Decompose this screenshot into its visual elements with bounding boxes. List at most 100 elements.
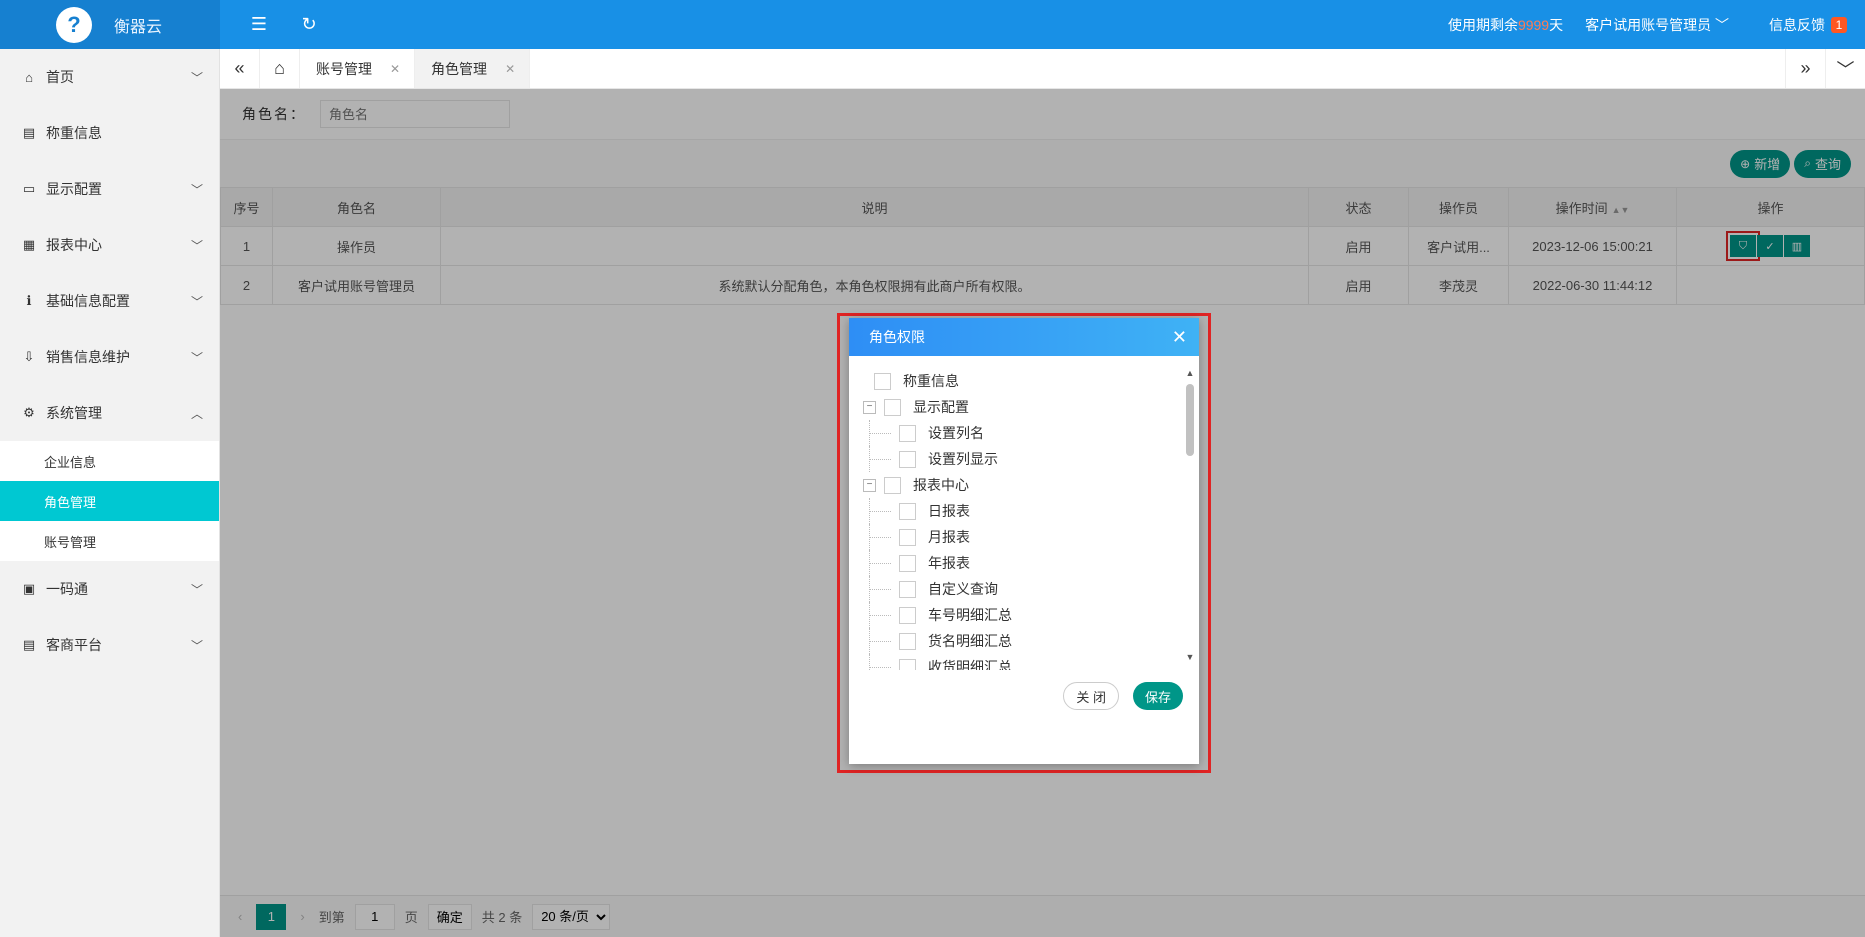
checkbox[interactable] [899, 554, 916, 572]
gear-icon: ⚙ [23, 405, 35, 420]
sidebar-item-sales[interactable]: ⇩ 销售信息维护 ﹀ [0, 329, 219, 385]
sidebar-item-reports[interactable]: ▦ 报表中心 ﹀ [0, 217, 219, 273]
scrollbar-thumb[interactable] [1186, 384, 1194, 456]
checkbox[interactable] [899, 658, 916, 670]
scroll-up-icon[interactable]: ▲ [1185, 368, 1195, 382]
checkbox[interactable] [899, 606, 916, 624]
checkbox[interactable] [884, 398, 901, 416]
tree-node-label: 货名明细汇总 [928, 633, 1012, 649]
checkbox[interactable] [899, 528, 916, 546]
sidebar-item-home[interactable]: ⌂ 首页 ﹀ [0, 49, 219, 105]
tree-node[interactable]: 年报表 [863, 550, 1199, 576]
sidebar-item-label: 一码通 [46, 581, 88, 597]
brand-logo: ? [56, 6, 92, 43]
checkbox[interactable] [899, 450, 916, 468]
close-icon[interactable]: ✕ [505, 62, 515, 76]
sidebar-item-one-code[interactable]: ▣ 一码通 ﹀ [0, 561, 219, 617]
sidebar-item-label: 销售信息维护 [46, 349, 130, 365]
tree-node[interactable]: 设置列显示 [863, 446, 1199, 472]
chevron-down-icon: ﹀ [1715, 16, 1729, 33]
brand: ? 衡器云 [0, 0, 220, 49]
sidebar-item-label: 称重信息 [46, 125, 102, 141]
trial-suffix: 天 [1549, 16, 1564, 33]
sidebar-item-label: 系统管理 [46, 405, 102, 421]
sidebar-item-label: 客商平台 [46, 637, 102, 653]
dialog-title: 角色权限 [869, 329, 925, 345]
sidebar-subitem-roles[interactable]: 角色管理 [0, 481, 219, 521]
sidebar-item-weighing[interactable]: ▤ 称重信息 [0, 105, 219, 161]
tree-node-label: 月报表 [928, 529, 970, 545]
refresh-icon[interactable]: ↻ [298, 14, 320, 36]
save-button[interactable]: 保存 [1132, 682, 1183, 710]
menu-toggle-icon[interactable]: ☰ [248, 14, 270, 36]
checkbox[interactable] [899, 580, 916, 598]
collapse-icon[interactable]: − [863, 400, 876, 414]
chevron-down-icon: ﹀ [190, 350, 203, 365]
tree-node-label: 年报表 [928, 555, 970, 571]
sidebar-item-label: 首页 [46, 69, 74, 85]
user-menu[interactable]: 客户试用账号管理员 ﹀ [1585, 15, 1729, 35]
tree-node-label: 设置列显示 [928, 451, 998, 467]
tree-node[interactable]: 日报表 [863, 498, 1199, 524]
close-button[interactable]: 关 闭 [1063, 682, 1119, 710]
sidebar-item-system[interactable]: ⚙ 系统管理 ︿ [0, 385, 219, 441]
close-icon[interactable]: ✕ [1172, 327, 1187, 348]
tab-roles[interactable]: 角色管理 ✕ [415, 49, 531, 88]
tree-node-label: 日报表 [928, 503, 970, 519]
home-tab-icon[interactable]: ⌂ [260, 49, 300, 88]
checkbox[interactable] [874, 372, 891, 390]
sidebar-subitem-accounts[interactable]: 账号管理 [0, 521, 219, 561]
tree-node[interactable]: 月报表 [863, 524, 1199, 550]
sidebar-submenu-system: 企业信息 角色管理 账号管理 [0, 441, 219, 561]
checkbox[interactable] [899, 424, 916, 442]
dialog-footer: 关 闭 保存 [849, 670, 1199, 710]
scroll-down-icon[interactable]: ▼ [1185, 652, 1195, 666]
tree-node-label: 收货明细汇总 [928, 659, 1012, 670]
sidebar-item-label: 基础信息配置 [46, 293, 130, 309]
info-icon: ℹ [26, 293, 32, 308]
tree-node-label: 显示配置 [913, 399, 969, 415]
tree-scrollbar[interactable]: ▲ ▼ [1185, 368, 1195, 666]
card-icon: ▤ [22, 637, 36, 652]
report-icon: ▦ [22, 237, 36, 252]
tab-right-controls: » ﹀ [1785, 49, 1865, 88]
tree-node[interactable]: − 报表中心 [863, 472, 1199, 498]
sidebar-subitem-company[interactable]: 企业信息 [0, 441, 219, 481]
tab-label: 角色管理 [431, 60, 488, 77]
sidebar-item-display[interactable]: ▭ 显示配置 ﹀ [0, 161, 219, 217]
trial-prefix: 使用期剩余 [1447, 16, 1518, 33]
tree-node[interactable]: 收货明细汇总 [863, 654, 1199, 670]
top-right: 使用期剩余9999天 客户试用账号管理员 ﹀ 信息反馈 1 [1448, 15, 1865, 35]
tab-scroll-right-icon[interactable]: » [1785, 49, 1825, 88]
sidebar-item-merchant[interactable]: ▤ 客商平台 ﹀ [0, 617, 219, 673]
tree-node[interactable]: 设置列名 [863, 420, 1199, 446]
close-icon[interactable]: ✕ [390, 62, 400, 76]
user-name: 客户试用账号管理员 [1585, 16, 1712, 33]
feedback-badge: 1 [1831, 16, 1847, 33]
brand-name: 衡器云 [114, 18, 163, 36]
qr-icon: ▣ [22, 581, 36, 596]
chevron-down-icon: ﹀ [190, 182, 203, 197]
checkbox[interactable] [884, 476, 901, 494]
tab-accounts[interactable]: 账号管理 ✕ [300, 49, 416, 88]
chevron-down-icon: ﹀ [190, 238, 203, 253]
tree-node[interactable]: − 显示配置 [863, 394, 1199, 420]
sidebar-item-basic-config[interactable]: ℹ 基础信息配置 ﹀ [0, 273, 219, 329]
sidebar-item-label: 显示配置 [46, 181, 102, 197]
tab-menu-icon[interactable]: ﹀ [1825, 49, 1865, 88]
checkbox[interactable] [899, 632, 916, 650]
tree-node-label: 车号明细汇总 [928, 607, 1012, 623]
tree-node[interactable]: 自定义查询 [863, 576, 1199, 602]
home-icon: ⌂ [25, 69, 33, 85]
sidebar-item-label: 报表中心 [46, 237, 102, 253]
tree-node[interactable]: 车号明细汇总 [863, 602, 1199, 628]
role-permission-dialog: 角色权限 ✕ 称重信息 − 显示配置 设置列名 设置列显示 − 报表中心 日报表 [849, 318, 1199, 764]
tab-label: 账号管理 [316, 60, 372, 77]
tree-node[interactable]: 称重信息 [863, 368, 1199, 394]
tab-scroll-left-icon[interactable]: « [220, 49, 260, 88]
list-icon: ▤ [22, 125, 36, 140]
feedback-link[interactable]: 信息反馈 1 [1769, 15, 1847, 35]
collapse-icon[interactable]: − [863, 478, 876, 492]
checkbox[interactable] [899, 502, 916, 520]
tree-node[interactable]: 货名明细汇总 [863, 628, 1199, 654]
